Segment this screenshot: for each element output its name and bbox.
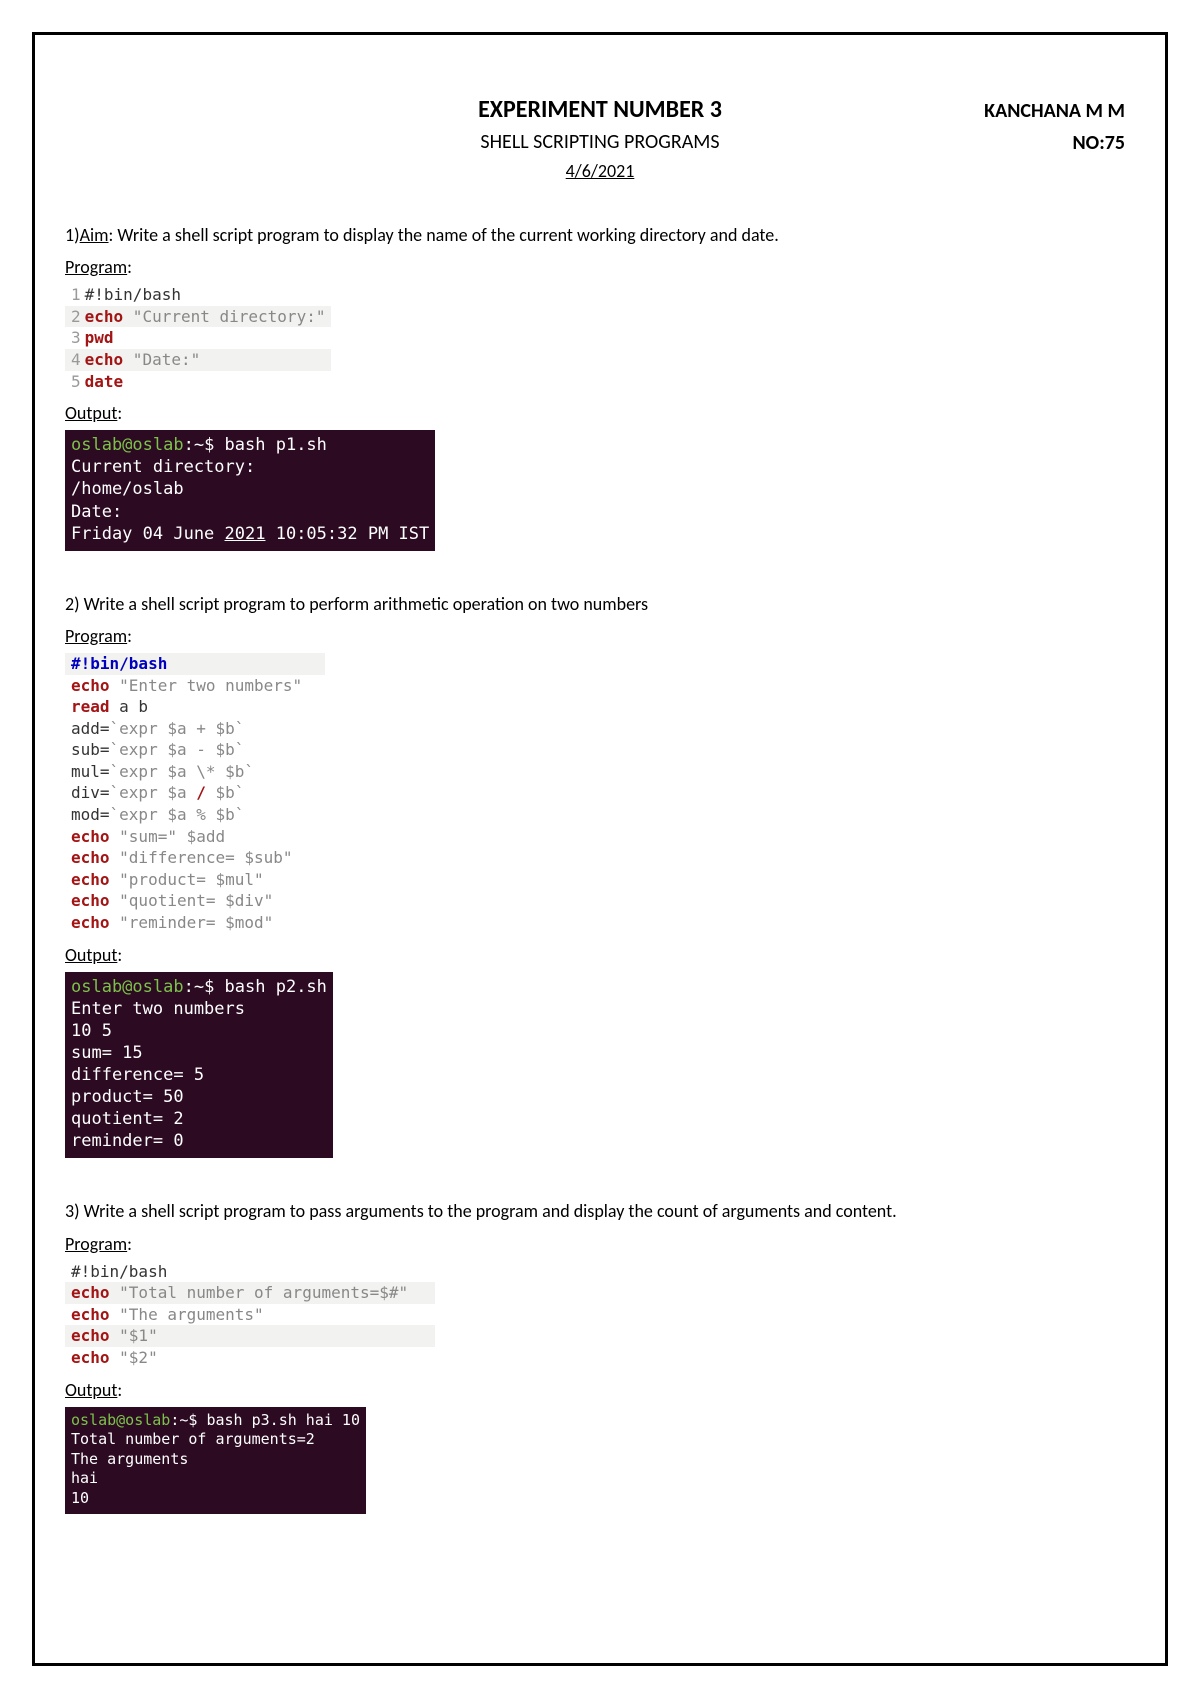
doc-date: 4/6/2021 [65, 160, 1135, 182]
page-frame: EXPERIMENT NUMBER 3 SHELL SCRIPTING PROG… [32, 32, 1168, 1666]
program-label-2: Program [65, 625, 127, 647]
q1-code: 1#!bin/bash 2echo "Current directory:" 3… [65, 284, 331, 392]
output-label-1: Output [65, 402, 117, 424]
q2-text: Write a shell script program to perform … [80, 593, 648, 615]
doc-title: EXPERIMENT NUMBER 3 [65, 95, 1135, 124]
question-3: 3) Write a shell script program to pass … [65, 1198, 1135, 1224]
program-label-1: Program [65, 256, 127, 278]
body: 1)Aim: Write a shell script program to d… [65, 222, 1135, 1532]
roll-number: NO:75 [984, 127, 1125, 159]
q3-num: 3) [65, 1200, 80, 1222]
question-1: 1)Aim: Write a shell script program to d… [65, 222, 1135, 248]
q1-text: : Write a shell script program to displa… [109, 224, 779, 246]
q1-num: 1) [65, 224, 80, 246]
q3-code: #!bin/bash echo "Total number of argumen… [65, 1261, 435, 1369]
doc-subtitle: SHELL SCRIPTING PROGRAMS [65, 130, 1135, 154]
header-right: KANCHANA M M NO:75 [984, 95, 1125, 159]
header: EXPERIMENT NUMBER 3 SHELL SCRIPTING PROG… [65, 95, 1135, 182]
output-label-2: Output [65, 944, 117, 966]
student-name: KANCHANA M M [984, 95, 1125, 127]
q3-output: oslab@oslab:~$ bash p3.sh hai 10 Total n… [65, 1407, 366, 1515]
q2-output: oslab@oslab:~$ bash p2.sh Enter two numb… [65, 972, 333, 1159]
q1-output: oslab@oslab:~$ bash p1.sh Current direct… [65, 430, 435, 550]
program-label-3: Program [65, 1233, 127, 1255]
q2-num: 2) [65, 593, 80, 615]
q2-code: #!bin/bash echo "Enter two numbers" read… [65, 653, 325, 934]
header-center: EXPERIMENT NUMBER 3 SHELL SCRIPTING PROG… [65, 95, 1135, 182]
aim-label: Aim [80, 224, 109, 246]
q3-text: Write a shell script program to pass arg… [80, 1200, 897, 1222]
output-label-3: Output [65, 1379, 117, 1401]
question-2: 2) Write a shell script program to perfo… [65, 591, 1135, 617]
